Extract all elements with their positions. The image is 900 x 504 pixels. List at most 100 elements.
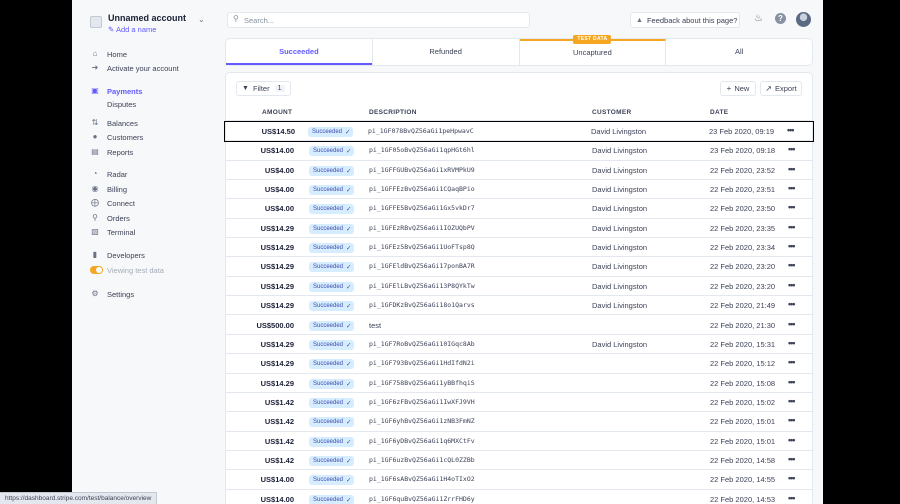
bell-icon[interactable]: ♨	[754, 13, 763, 24]
more-options-icon[interactable]: •••	[788, 377, 796, 387]
table-row[interactable]: US$4.00 Succeeded ✓ pi_1GFFEzBvQZ56aGi1CQaq…	[226, 180, 812, 200]
more-options-icon[interactable]: •••	[788, 396, 796, 406]
more-options-icon[interactable]: •••	[788, 183, 796, 193]
table-row[interactable]: US$14.00 Succeeded ✓ pi_1GF05oBvQZ56aGi1qpH…	[226, 141, 812, 161]
avatar[interactable]	[796, 12, 811, 27]
column-date[interactable]: DATE	[710, 109, 728, 116]
more-options-icon[interactable]: •••	[788, 357, 796, 367]
tab-succeeded[interactable]: Succeeded	[226, 39, 373, 65]
table-row[interactable]: US$14.29 Succeeded ✓ pi_1GFEzRBvQZ56aGi1IOZ…	[226, 219, 812, 239]
sidebar-item-settings[interactable]: ⚙ Settings	[90, 288, 220, 300]
more-options-icon[interactable]: •••	[788, 241, 796, 251]
customer-cell[interactable]: David Livingston	[592, 340, 647, 349]
amount-cell: US$14.29	[260, 223, 294, 233]
table-row[interactable]: US$14.29 Succeeded ✓ pi_1GFEz5BvQZ56aGi1UoF…	[226, 238, 812, 258]
test-data-label: Viewing test data	[107, 265, 164, 275]
test-data-toggle[interactable]: Viewing test data	[90, 264, 220, 276]
account-switcher[interactable]: Unnamed account ⌄ ✎ Add a name	[90, 13, 210, 37]
table-row[interactable]: US$500.00 Succeeded ✓ test 22 Feb 2020, 21:3…	[226, 316, 812, 335]
feedback-label: Feedback about this page?	[646, 15, 738, 25]
sidebar-item-home[interactable]: ⌂ Home	[90, 48, 220, 60]
customer-cell[interactable]: David Livingston	[592, 301, 647, 310]
search-input[interactable]	[244, 15, 524, 26]
feedback-button[interactable]: ▲ Feedback about this page?	[630, 12, 740, 28]
table-row[interactable]: US$14.00 Succeeded ✓ pi_1GF6quBvQZ56aGi1Zrr…	[226, 490, 812, 504]
export-button[interactable]: ↗ Export	[760, 81, 802, 96]
home-icon: ⌂	[92, 49, 98, 58]
more-options-icon[interactable]: •••	[788, 473, 796, 483]
sidebar-item-balances[interactable]: ⇅ Balances	[90, 117, 220, 129]
add-name-link[interactable]: ✎ Add a name	[108, 25, 156, 34]
customer-cell[interactable]: David Livingston	[592, 282, 647, 291]
sidebar-item-disputes[interactable]: Disputes	[107, 100, 136, 109]
customer-cell[interactable]: David Livingston	[592, 166, 647, 175]
customer-cell[interactable]: David Livingston	[592, 243, 647, 252]
customer-cell[interactable]: David Livingston	[592, 146, 647, 155]
table-row[interactable]: US$14.00 Succeeded ✓ pi_1GF6sABvQZ56aGi1H4o…	[226, 470, 812, 490]
more-options-icon[interactable]: •••	[788, 202, 796, 212]
table-row[interactable]: US$14.50 Succeeded ✓ pi_1GF078BvQZ56aGi1peH…	[224, 120, 814, 143]
sidebar-item-orders[interactable]: ⚲ Orders	[90, 212, 220, 224]
sidebar-item-terminal[interactable]: ▧ Terminal	[90, 226, 220, 238]
date-cell: 22 Feb 2020, 14:53	[710, 494, 776, 504]
table-row[interactable]: US$14.29 Succeeded ✓ pi_1GFDKzBvQZ56aGi18o1…	[226, 296, 812, 316]
sidebar-item-radar[interactable]: ◔ Radar	[90, 168, 220, 180]
column-customer[interactable]: CUSTOMER	[592, 109, 631, 116]
sidebar-item-payments[interactable]: ▣ Payments	[90, 85, 220, 97]
filter-button[interactable]: ▼ Filter 1	[236, 81, 291, 96]
more-options-icon[interactable]: •••	[787, 125, 795, 135]
more-options-icon[interactable]: •••	[788, 338, 796, 348]
sidebar-item-reports[interactable]: ▤ Reports	[90, 146, 220, 158]
sidebar-item-connect[interactable]: ⨁ Connect	[90, 197, 220, 209]
help-icon[interactable]: ?	[775, 13, 786, 24]
status-label: Succeeded	[313, 496, 344, 503]
sidebar-item-customers[interactable]: ● Customers	[90, 131, 220, 143]
balance-icon: ⇅	[91, 118, 99, 127]
more-options-icon[interactable]: •••	[788, 164, 796, 174]
more-options-icon[interactable]: •••	[788, 222, 796, 232]
new-button[interactable]: + New	[720, 81, 756, 96]
customer-cell[interactable]: David Livingston	[592, 185, 647, 194]
customer-cell[interactable]: David Livingston	[592, 224, 647, 233]
tab-all[interactable]: All	[666, 39, 812, 65]
more-options-icon[interactable]: •••	[788, 454, 796, 464]
column-amount[interactable]: AMOUNT	[262, 109, 292, 116]
table-row[interactable]: US$14.29 Succeeded ✓ pi_1GFElLBvQZ56aGi13P8…	[226, 277, 812, 297]
table-row[interactable]: US$14.29 Succeeded ✓ pi_1GF7RoBvQZ56aGi10IG…	[226, 335, 812, 355]
more-options-icon[interactable]: •••	[788, 299, 796, 309]
sidebar-item-activate[interactable]: ➜ Activate your account	[90, 62, 220, 74]
sidebar-item-label: Home	[107, 49, 128, 59]
table-row[interactable]: US$1.42 Succeeded ✓ pi_1GF6zFBvQZ56aGi1IwXF…	[226, 393, 812, 413]
more-options-icon[interactable]: •••	[788, 319, 796, 329]
sidebar-item-label: Connect	[107, 198, 135, 208]
table-row[interactable]: US$14.29 Succeeded ✓ pi_1GF793BvQZ56aGi1HdI…	[226, 354, 812, 374]
table-row[interactable]: US$4.00 Succeeded ✓ pi_1GFFGUBvQZ56aGi1xRVM…	[226, 161, 812, 181]
customer-cell[interactable]: David Livingston	[592, 204, 647, 213]
more-options-icon[interactable]: •••	[788, 493, 796, 503]
table-row[interactable]: US$14.29 Succeeded ✓ pi_1GF758BvQZ56aGi1yBB…	[226, 374, 812, 393]
customer-cell[interactable]: David Livingston	[591, 127, 646, 136]
tab-refunded[interactable]: Refunded	[373, 39, 520, 65]
check-icon: ✓	[346, 496, 352, 504]
arrow-right-icon: ➜	[91, 63, 99, 72]
table-row[interactable]: US$14.29 Succeeded ✓ pi_1GFEldBvQZ56aGi17po…	[226, 257, 812, 277]
sidebar-item-label: Developers	[107, 250, 145, 260]
status-badge: Succeeded ✓	[309, 494, 355, 504]
search-icon: ⚲	[233, 14, 239, 23]
sidebar-item-developers[interactable]: ▮ Developers	[90, 249, 220, 261]
table-row[interactable]: US$4.00 Succeeded ✓ pi_1GFFE5BvQZ56aGi1Gx5v…	[226, 199, 812, 219]
table-row[interactable]: US$1.42 Succeeded ✓ pi_1GF6yhBvQZ56aGi1zNB3…	[226, 412, 812, 432]
more-options-icon[interactable]: •••	[788, 260, 796, 270]
right-border	[823, 0, 900, 504]
sidebar-item-billing[interactable]: ◉ Billing	[90, 183, 220, 195]
table-row[interactable]: US$1.42 Succeeded ✓ pi_1GF6uzBvQZ56aGi1cQL0…	[226, 451, 812, 471]
more-options-icon[interactable]: •••	[788, 280, 796, 290]
table-row[interactable]: US$1.42 Succeeded ✓ pi_1GF6yDBvQZ56aGi1q6MX…	[226, 432, 812, 451]
column-description[interactable]: DESCRIPTION	[369, 109, 417, 116]
more-options-icon[interactable]: •••	[788, 435, 796, 445]
tab-uncaptured[interactable]: TEST DATA Uncaptured	[519, 35, 667, 65]
more-options-icon[interactable]: •••	[788, 144, 796, 154]
search-box[interactable]: ⚲	[227, 12, 530, 28]
customer-cell[interactable]: David Livingston	[592, 262, 647, 271]
more-options-icon[interactable]: •••	[788, 415, 796, 425]
